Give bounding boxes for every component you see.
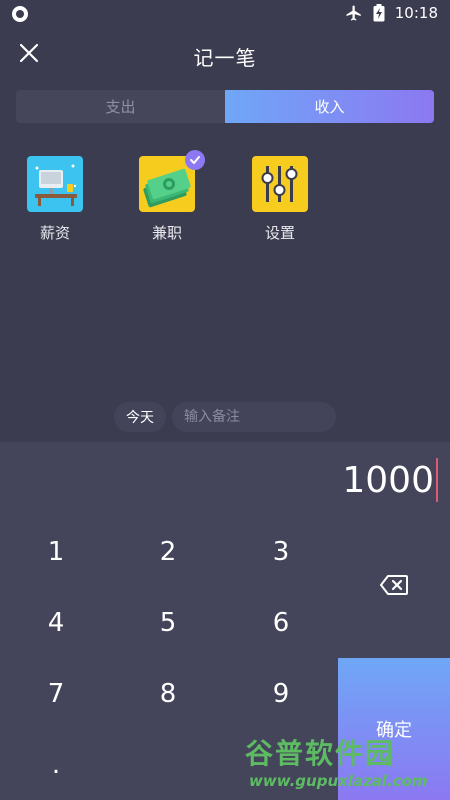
- amount-display: 1000: [342, 458, 438, 502]
- category-label: 薪资: [39, 224, 70, 242]
- key-2[interactable]: 2: [112, 517, 224, 587]
- airplane-mode-icon: [345, 4, 363, 22]
- page-title: 记一笔: [193, 46, 257, 70]
- backspace-button[interactable]: [338, 552, 450, 622]
- key-7[interactable]: 7: [0, 659, 112, 729]
- amount-value: 1000: [342, 459, 434, 501]
- key-8[interactable]: 8: [112, 659, 224, 729]
- date-picker-button[interactable]: 今天: [114, 402, 166, 432]
- salary-icon: [27, 156, 83, 212]
- status-bar: 10:18: [0, 0, 450, 28]
- key-6[interactable]: 6: [225, 588, 337, 658]
- key-decimal[interactable]: .: [28, 730, 84, 800]
- key-4[interactable]: 4: [0, 588, 112, 658]
- title-bar: 记一笔: [0, 28, 450, 84]
- category-label: 设置: [264, 224, 295, 242]
- key-5[interactable]: 5: [112, 588, 224, 658]
- backspace-icon: [380, 575, 408, 599]
- key-3[interactable]: 3: [225, 517, 337, 587]
- key-1[interactable]: 1: [0, 517, 112, 587]
- tab-expense[interactable]: 支出: [16, 90, 225, 123]
- note-input[interactable]: [172, 402, 336, 432]
- confirm-button[interactable]: 确定: [338, 658, 450, 800]
- battery-charging-icon: [373, 4, 385, 22]
- selected-check-icon: [185, 150, 205, 170]
- type-tabs: 支出 收入: [16, 90, 434, 123]
- category-part-time[interactable]: 兼职: [127, 150, 207, 243]
- category-salary[interactable]: 薪资: [15, 156, 95, 243]
- category-settings[interactable]: 设置: [240, 156, 320, 243]
- notification-dot-icon: [12, 6, 28, 22]
- category-label: 兼职: [151, 224, 182, 242]
- note-row: 今天: [0, 402, 450, 432]
- clock: 10:18: [394, 4, 438, 22]
- settings-sliders-icon: [252, 156, 308, 212]
- keypad: 1000 1 2 3 4 5 6 7 8 9 . 确定: [0, 442, 450, 800]
- part-time-money-icon: [139, 150, 205, 212]
- category-grid: 薪资 兼职 设置: [0, 150, 450, 250]
- status-icons: 10:18: [345, 4, 438, 22]
- tab-income[interactable]: 收入: [225, 90, 434, 123]
- text-cursor: [436, 458, 438, 502]
- key-9[interactable]: 9: [225, 659, 337, 729]
